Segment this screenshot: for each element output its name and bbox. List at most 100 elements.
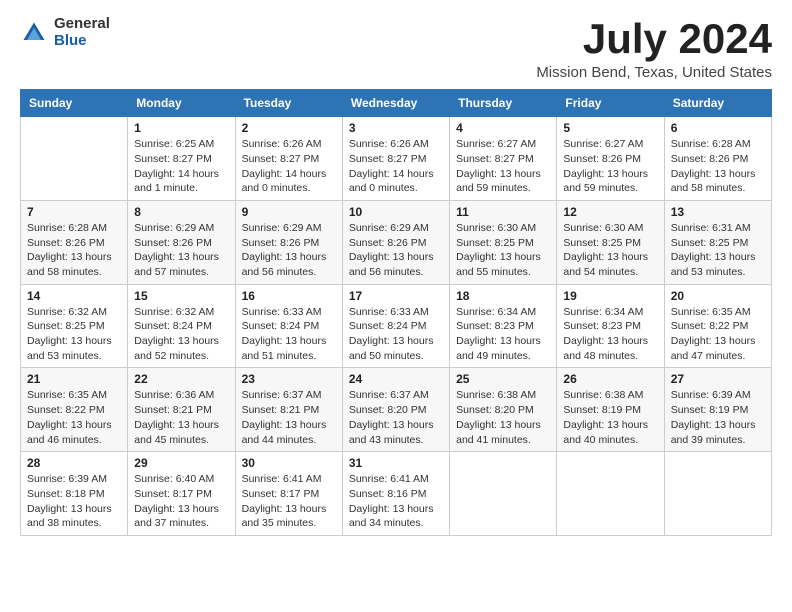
day-number: 4 [456,121,550,135]
day-info: Sunrise: 6:26 AM Sunset: 8:27 PM Dayligh… [349,137,443,196]
calendar-cell: 25 Sunrise: 6:38 AM Sunset: 8:20 PM Dayli… [450,368,557,452]
day-info: Sunrise: 6:39 AM Sunset: 8:18 PM Dayligh… [27,472,121,531]
day-number: 30 [242,456,336,470]
day-info: Sunrise: 6:30 AM Sunset: 8:25 PM Dayligh… [456,221,550,280]
day-info: Sunrise: 6:30 AM Sunset: 8:25 PM Dayligh… [563,221,657,280]
day-number: 1 [134,121,228,135]
calendar-cell: 21Sunrise: 6:35 AM Sunset: 8:22 PM Dayli… [21,368,128,452]
day-info: Sunrise: 6:26 AM Sunset: 8:27 PM Dayligh… [242,137,336,196]
day-info: Sunrise: 6:41 AM Sunset: 8:16 PM Dayligh… [349,472,443,531]
day-info: Sunrise: 6:37 AM Sunset: 8:20 PM Dayligh… [349,388,443,447]
day-number: 25 [456,372,550,386]
day-number: 11 [456,205,550,219]
calendar-table: SundayMondayTuesdayWednesdayThursdayFrid… [20,89,772,536]
calendar-cell: 16 Sunrise: 6:33 AM Sunset: 8:24 PM Dayli… [235,284,342,368]
day-info: Sunrise: 6:29 AM Sunset: 8:26 PM Dayligh… [242,221,336,280]
calendar-week-row: 21Sunrise: 6:35 AM Sunset: 8:22 PM Dayli… [21,368,772,452]
day-info: Sunrise: 6:37 AM Sunset: 8:21 PM Dayligh… [242,388,336,447]
calendar-cell: 11 Sunrise: 6:30 AM Sunset: 8:25 PM Dayli… [450,200,557,284]
calendar-week-row: 7 Sunrise: 6:28 AM Sunset: 8:26 PM Daylig… [21,200,772,284]
day-number: 31 [349,456,443,470]
calendar-week-row: 14 Sunrise: 6:32 AM Sunset: 8:25 PM Dayli… [21,284,772,368]
calendar-cell: 26 Sunrise: 6:38 AM Sunset: 8:19 PM Dayli… [557,368,664,452]
calendar-cell: 13Sunrise: 6:31 AM Sunset: 8:25 PM Dayli… [664,200,771,284]
calendar-cell: 2 Sunrise: 6:26 AM Sunset: 8:27 PM Daylig… [235,117,342,201]
calendar-cell: 24 Sunrise: 6:37 AM Sunset: 8:20 PM Dayli… [342,368,449,452]
page-header: General Blue July 2024 Mission Bend, Tex… [20,16,772,81]
calendar-week-row: 28 Sunrise: 6:39 AM Sunset: 8:18 PM Dayli… [21,452,772,536]
day-number: 7 [27,205,121,219]
location: Mission Bend, Texas, United States [536,64,772,81]
day-number: 15 [134,289,228,303]
calendar-cell: 27Sunrise: 6:39 AM Sunset: 8:19 PM Dayli… [664,368,771,452]
day-info: Sunrise: 6:41 AM Sunset: 8:17 PM Dayligh… [242,472,336,531]
day-info: Sunrise: 6:34 AM Sunset: 8:23 PM Dayligh… [563,305,657,364]
day-number: 2 [242,121,336,135]
calendar-cell: 6Sunrise: 6:28 AM Sunset: 8:26 PM Daylig… [664,117,771,201]
calendar-cell [450,452,557,536]
logo-blue: Blue [54,33,110,50]
calendar-cell [21,117,128,201]
calendar-cell: 7 Sunrise: 6:28 AM Sunset: 8:26 PM Daylig… [21,200,128,284]
day-number: 3 [349,121,443,135]
day-number: 18 [456,289,550,303]
day-number: 9 [242,205,336,219]
calendar-cell [557,452,664,536]
day-info: Sunrise: 6:29 AM Sunset: 8:26 PM Dayligh… [349,221,443,280]
day-info: Sunrise: 6:34 AM Sunset: 8:23 PM Dayligh… [456,305,550,364]
column-header-monday: Monday [128,90,235,117]
calendar-cell: 31 Sunrise: 6:41 AM Sunset: 8:16 PM Dayli… [342,452,449,536]
calendar-cell: 4 Sunrise: 6:27 AM Sunset: 8:27 PM Daylig… [450,117,557,201]
day-number: 22 [134,372,228,386]
column-header-tuesday: Tuesday [235,90,342,117]
day-number: 28 [27,456,121,470]
calendar-cell: 5Sunrise: 6:27 AM Sunset: 8:26 PM Daylig… [557,117,664,201]
month-title: July 2024 [536,16,772,62]
day-info: Sunrise: 6:38 AM Sunset: 8:19 PM Dayligh… [563,388,657,447]
day-number: 14 [27,289,121,303]
calendar-cell: 1 Sunrise: 6:25 AM Sunset: 8:27 PM Daylig… [128,117,235,201]
calendar-cell: 10 Sunrise: 6:29 AM Sunset: 8:26 PM Dayli… [342,200,449,284]
title-area: July 2024 Mission Bend, Texas, United St… [536,16,772,81]
day-number: 5 [563,121,657,135]
day-number: 23 [242,372,336,386]
day-number: 13 [671,205,765,219]
logo-general: General [54,16,110,33]
logo: General Blue [20,16,110,49]
day-info: Sunrise: 6:29 AM Sunset: 8:26 PM Dayligh… [134,221,228,280]
calendar-cell: 19 Sunrise: 6:34 AM Sunset: 8:23 PM Dayli… [557,284,664,368]
day-number: 8 [134,205,228,219]
day-info: Sunrise: 6:33 AM Sunset: 8:24 PM Dayligh… [242,305,336,364]
day-info: Sunrise: 6:28 AM Sunset: 8:26 PM Dayligh… [27,221,121,280]
day-info: Sunrise: 6:38 AM Sunset: 8:20 PM Dayligh… [456,388,550,447]
day-info: Sunrise: 6:35 AM Sunset: 8:22 PM Dayligh… [671,305,765,364]
column-header-wednesday: Wednesday [342,90,449,117]
calendar-cell: 15Sunrise: 6:32 AM Sunset: 8:24 PM Dayli… [128,284,235,368]
calendar-cell: 29 Sunrise: 6:40 AM Sunset: 8:17 PM Dayli… [128,452,235,536]
logo-icon [20,19,48,47]
day-number: 12 [563,205,657,219]
day-info: Sunrise: 6:40 AM Sunset: 8:17 PM Dayligh… [134,472,228,531]
day-info: Sunrise: 6:33 AM Sunset: 8:24 PM Dayligh… [349,305,443,364]
day-info: Sunrise: 6:27 AM Sunset: 8:27 PM Dayligh… [456,137,550,196]
column-header-friday: Friday [557,90,664,117]
day-info: Sunrise: 6:36 AM Sunset: 8:21 PM Dayligh… [134,388,228,447]
calendar-cell: 14 Sunrise: 6:32 AM Sunset: 8:25 PM Dayli… [21,284,128,368]
calendar-cell [664,452,771,536]
calendar-week-row: 1 Sunrise: 6:25 AM Sunset: 8:27 PM Daylig… [21,117,772,201]
day-info: Sunrise: 6:25 AM Sunset: 8:27 PM Dayligh… [134,137,228,196]
day-info: Sunrise: 6:35 AM Sunset: 8:22 PM Dayligh… [27,388,121,447]
column-header-saturday: Saturday [664,90,771,117]
day-number: 6 [671,121,765,135]
calendar-cell: 30 Sunrise: 6:41 AM Sunset: 8:17 PM Dayli… [235,452,342,536]
calendar-cell: 28 Sunrise: 6:39 AM Sunset: 8:18 PM Dayli… [21,452,128,536]
day-number: 19 [563,289,657,303]
day-info: Sunrise: 6:32 AM Sunset: 8:25 PM Dayligh… [27,305,121,364]
day-number: 24 [349,372,443,386]
day-number: 17 [349,289,443,303]
day-number: 10 [349,205,443,219]
calendar-cell: 8 Sunrise: 6:29 AM Sunset: 8:26 PM Daylig… [128,200,235,284]
day-number: 29 [134,456,228,470]
day-number: 16 [242,289,336,303]
day-number: 26 [563,372,657,386]
